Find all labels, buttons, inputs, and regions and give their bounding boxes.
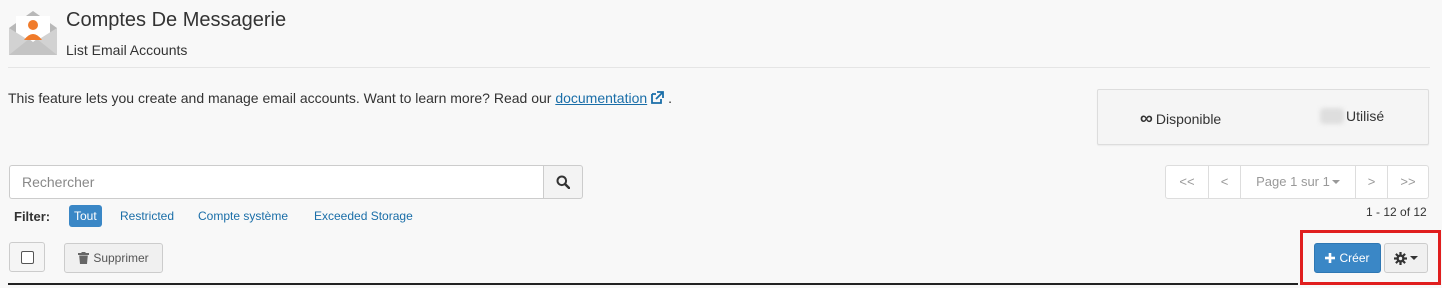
- create-button[interactable]: Créer: [1314, 243, 1381, 273]
- checkbox-box: [20, 250, 34, 264]
- filter-label: Filter:: [14, 209, 51, 224]
- filter-restricted[interactable]: Restricted: [115, 205, 179, 227]
- email-accounts-app-icon: [8, 10, 58, 56]
- first-page-button[interactable]: <<: [1166, 166, 1208, 198]
- chevron-down-icon: [1410, 256, 1418, 260]
- create-label: Créer: [1339, 251, 1370, 265]
- page-select[interactable]: Page 1 sur 1: [1240, 166, 1355, 198]
- account-stats-panel: ∞ Disponible Utilisé: [1097, 89, 1429, 145]
- delete-button[interactable]: Supprimer: [64, 243, 163, 273]
- select-all-checkbox[interactable]: [9, 242, 45, 272]
- trash-icon: [78, 252, 90, 264]
- search-group: [9, 165, 583, 199]
- page-subtitle: List Email Accounts: [66, 42, 188, 58]
- header-divider: [8, 67, 1430, 68]
- used-label: Utilisé: [1346, 108, 1385, 124]
- page-label: Page 1 sur 1: [1256, 174, 1330, 189]
- filter-system-account[interactable]: Compte système: [193, 205, 293, 227]
- prev-page-button[interactable]: <: [1208, 166, 1240, 198]
- filter-exceeded-storage[interactable]: Exceeded Storage: [309, 205, 418, 227]
- next-page-button[interactable]: >: [1355, 166, 1387, 198]
- redacted-count: [1320, 108, 1344, 124]
- description-text: This feature lets you create and manage …: [8, 90, 556, 106]
- available-label: Disponible: [1155, 111, 1222, 127]
- delete-label: Supprimer: [93, 251, 149, 265]
- description-suffix: .: [668, 90, 672, 106]
- infinity-icon: ∞: [1140, 108, 1153, 128]
- filter-all[interactable]: Tout: [69, 205, 102, 227]
- documentation-link[interactable]: documentation: [555, 90, 647, 106]
- chevron-down-icon: [1331, 180, 1340, 184]
- page-title: Comptes De Messagerie: [66, 9, 287, 31]
- search-input[interactable]: [9, 165, 544, 199]
- pagination: << < Page 1 sur 1 > >>: [1165, 165, 1429, 199]
- result-range: 1 - 12 of 12: [1366, 205, 1427, 219]
- table-top-border: [8, 283, 1298, 285]
- gear-icon: [1394, 251, 1407, 265]
- settings-dropdown-button[interactable]: [1384, 243, 1428, 273]
- search-icon: [556, 175, 570, 189]
- search-button[interactable]: [543, 165, 583, 199]
- available-stat: ∞ Disponible: [1140, 108, 1221, 129]
- external-link-icon: [650, 91, 665, 105]
- last-page-button[interactable]: >>: [1387, 166, 1428, 198]
- plus-icon: [1325, 253, 1336, 263]
- feature-description: This feature lets you create and manage …: [8, 90, 672, 106]
- used-stat: Utilisé: [1320, 108, 1384, 124]
